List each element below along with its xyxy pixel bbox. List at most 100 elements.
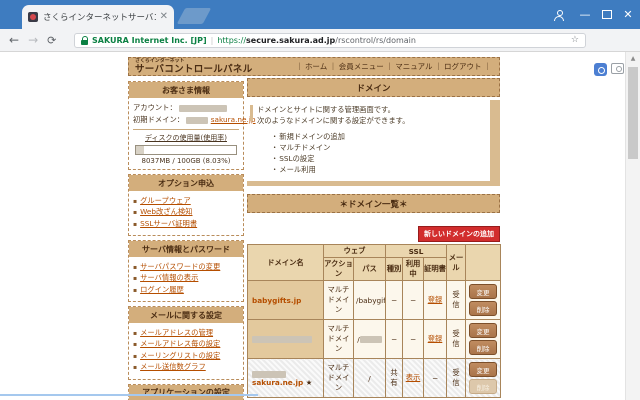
path-cell: /	[354, 320, 386, 359]
decorative-strip	[247, 181, 500, 186]
sidebar-link[interactable]: メールアドレスの管理	[140, 329, 213, 338]
minimize-button[interactable]: —	[575, 0, 595, 29]
disk-usage-title: ディスクの使用量(使用率)	[133, 133, 239, 143]
sidebar-link[interactable]: グループウェア	[140, 197, 191, 206]
sidebar-link[interactable]: サーバ情報の表示	[140, 274, 198, 283]
sidebar-link[interactable]: サーバパスワードの変更	[140, 263, 220, 272]
add-domain-button[interactable]: 新しいドメインの追加	[418, 226, 500, 242]
path-cell: /	[354, 359, 386, 398]
table-row: babygifts.jpマルチドメイン/babygifts−−登録受信変更削除	[248, 281, 501, 320]
initial-domain-label: 初期ドメイン：	[133, 115, 184, 124]
mail-cell: 受信	[447, 359, 466, 398]
nav-separator: ｜	[386, 62, 394, 71]
sidebar-section: メールに関する設定▪メールアドレスの管理▪メールアドレス毎の設定▪メーリングリス…	[128, 306, 244, 380]
page-scrollbar[interactable]: ▲	[625, 52, 640, 400]
back-icon[interactable]: ←	[9, 34, 19, 46]
change-button[interactable]: 変更	[469, 323, 497, 338]
cp-logo-main: サーバコントロールパネル	[135, 65, 253, 75]
sidebar-section-title: お客さま情報	[129, 82, 243, 98]
sidebar-link[interactable]: Web改ざん検知	[140, 208, 192, 217]
url-divider: |	[211, 36, 214, 45]
close-button[interactable]: ✕	[618, 0, 638, 29]
scrollbar-thumb[interactable]	[628, 67, 638, 159]
add-button-row: 新しいドメインの追加	[247, 221, 500, 242]
domain-cell	[248, 320, 324, 359]
nav-link-会員メニュー[interactable]: 会員メニュー	[339, 62, 384, 71]
domain-list-title: ＊ドメイン一覧＊	[247, 194, 500, 213]
row-buttons-cell: 変更削除	[466, 359, 501, 398]
nav-link-ホーム[interactable]: ホーム	[305, 62, 327, 71]
ssl-inuse-cell: −	[403, 320, 424, 359]
ssl-inuse-cell: −	[403, 281, 424, 320]
sidebar-link[interactable]: ログイン履歴	[140, 286, 184, 295]
domain-name: sakura.ne.jp	[252, 378, 303, 387]
page-title: ドメイン	[247, 78, 500, 97]
reload-icon[interactable]: ⟳	[47, 35, 56, 46]
delete-button[interactable]: 削除	[469, 301, 497, 316]
disk-usage-text: 8037MB / 100GB (8.03%)	[133, 157, 239, 165]
account-label: アカウント：	[133, 103, 177, 112]
cp-logo: さくらインターネット サーバコントロールパネル	[135, 59, 253, 75]
new-tab-button[interactable]	[177, 8, 212, 24]
change-button[interactable]: 変更	[469, 284, 497, 299]
sidebar-item: ▪グループウェア	[133, 197, 241, 206]
ssl-inuse-value: −	[410, 296, 416, 305]
change-button[interactable]: 変更	[469, 362, 497, 377]
scrollbar-up-icon[interactable]: ▲	[626, 52, 640, 65]
col-type: 種別	[386, 258, 403, 281]
sidebar-section-title: サーバ情報とパスワード	[129, 241, 243, 257]
disk-usage-fill	[136, 146, 144, 154]
table-row: マルチドメイン/−−登録受信変更削除	[248, 320, 501, 359]
nav-link-マニュアル[interactable]: マニュアル	[395, 62, 432, 71]
main-content: ドメイン ドメインとサイトに関する管理画面です。 次のようなドメインに関する設定…	[247, 78, 500, 400]
profile-button[interactable]	[548, 0, 570, 29]
bullet-icon: ▪	[133, 263, 137, 272]
nav-separator: ｜	[295, 62, 303, 71]
domain-cell: sakura.ne.jp ★	[248, 359, 324, 398]
browser-tab[interactable]: さくらインターネットサーバコン ✕	[22, 5, 174, 29]
cert-cell: 登録	[424, 320, 447, 359]
tab-close-icon[interactable]: ✕	[160, 12, 168, 22]
intro-bullet: マルチドメイン	[271, 143, 482, 153]
intro-box: ドメインとサイトに関する管理画面です。 次のようなドメインに関する設定ができます…	[247, 100, 500, 186]
sidebar-link[interactable]: メールアドレス毎の設定	[140, 340, 220, 349]
url-path: /rscontrol/rs/domain	[335, 36, 416, 45]
cert-register-link[interactable]: 登録	[428, 295, 443, 304]
action-cell: マルチドメイン	[324, 320, 354, 359]
screenshot-extension-icon[interactable]	[611, 63, 624, 74]
bullet-icon: ▪	[133, 208, 137, 217]
redacted-domain-prefix	[186, 117, 208, 124]
delete-button[interactable]: 削除	[469, 340, 497, 355]
sidebar-item: ▪SSLサーバ証明書	[133, 220, 241, 229]
cert-register-link[interactable]: 登録	[428, 334, 443, 343]
forward-icon[interactable]: →	[28, 34, 38, 46]
action-cell: マルチドメイン	[324, 359, 354, 398]
nav-separator: ｜	[435, 62, 443, 71]
sidebar-link[interactable]: メール送信数グラフ	[140, 363, 206, 372]
nav-link-ログアウト[interactable]: ログアウト	[444, 62, 482, 71]
intro-line2: 次のようなドメインに関する設定ができます。	[257, 116, 482, 126]
cp-logo-small: さくらインターネット	[135, 59, 241, 64]
sidebar-link[interactable]: メーリングリストの設定	[140, 352, 220, 361]
domain-cell: babygifts.jp	[248, 281, 324, 320]
bullet-icon: ▪	[133, 340, 137, 349]
ssl-inuse-value: −	[410, 335, 416, 344]
sidebar-section-account: お客さま情報 アカウント： 初期ドメイン： sakura.ne.jp ディスクの…	[128, 81, 244, 170]
redacted-domain	[252, 336, 312, 343]
padlock-icon	[81, 36, 88, 45]
sidebar-link[interactable]: SSLサーバ証明書	[140, 220, 197, 229]
action-cell: マルチドメイン	[324, 281, 354, 320]
ev-cert-label: SAKURA Internet Inc. [JP]	[92, 36, 207, 45]
sidebar-link-list: ▪メールアドレスの管理▪メールアドレス毎の設定▪メーリングリストの設定▪メール送…	[129, 323, 243, 379]
sidebar-item: ▪メーリングリストの設定	[133, 352, 241, 361]
bullet-icon: ▪	[133, 286, 137, 295]
sidebar-item: ▪ログイン履歴	[133, 286, 241, 295]
extension-icon[interactable]	[594, 63, 607, 76]
row-buttons-cell: 変更削除	[466, 281, 501, 320]
account-info: アカウント： 初期ドメイン： sakura.ne.jp ディスクの使用量(使用率…	[129, 98, 243, 169]
col-inuse: 利用中	[403, 258, 424, 281]
maximize-button[interactable]	[597, 0, 617, 29]
ssl-show-link[interactable]: 表示	[406, 373, 421, 382]
bookmark-star-icon[interactable]: ☆	[571, 35, 579, 45]
address-bar[interactable]: SAKURA Internet Inc. [JP] | https://secu…	[74, 33, 586, 48]
